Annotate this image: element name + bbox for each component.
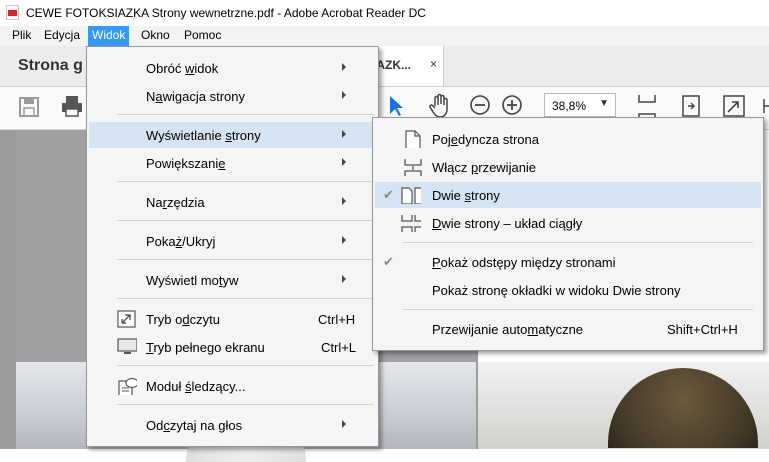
two-pages-continuous-icon: [401, 215, 421, 232]
reading-mode-icon: [117, 310, 136, 328]
menu-item-zoom[interactable]: Powiększanie: [89, 150, 376, 176]
submenu-item-show-gaps[interactable]: ✔ Pokaż odstępy między stronami: [375, 249, 761, 275]
tab-home[interactable]: Strona g: [18, 57, 83, 75]
menu-item-display-theme[interactable]: Wyświetl motyw: [89, 267, 376, 293]
menu-edycja[interactable]: Edycja: [40, 26, 84, 46]
fit-page-icon[interactable]: [722, 94, 746, 118]
zoom-value: 38,8%: [552, 99, 587, 113]
menu-bar: Plik Edycja Widok Okno Pomoc: [0, 26, 769, 46]
select-cursor-icon[interactable]: [388, 94, 404, 118]
submenu-item-two-pages-continuous[interactable]: Dwie strony – układ ciągły: [375, 210, 761, 236]
close-tab-icon[interactable]: ×: [430, 57, 437, 71]
submenu-arrow-icon: [342, 275, 346, 283]
menu-pomoc[interactable]: Pomoc: [180, 26, 225, 46]
menu-separator: [117, 298, 374, 299]
checkmark-icon: ✔: [383, 187, 394, 202]
chevron-down-icon: ▼: [599, 98, 609, 109]
menu-item-tracker[interactable]: Moduł śledzący...: [89, 373, 376, 399]
hand-tool-icon[interactable]: [428, 93, 452, 119]
more-tools-icon[interactable]: [760, 97, 769, 115]
menu-item-page-navigation[interactable]: Nawigacja strony: [89, 83, 376, 109]
save-icon[interactable]: [18, 96, 40, 118]
menu-separator: [403, 309, 753, 310]
submenu-arrow-icon: [342, 420, 346, 428]
submenu-item-auto-scroll[interactable]: Przewijanie automatyczne Shift+Ctrl+H: [375, 316, 761, 342]
two-pages-icon: [401, 187, 421, 204]
submenu-arrow-icon: [342, 197, 346, 205]
view-menu: Obróć widok Nawigacja strony Wyświetlani…: [86, 46, 379, 447]
submenu-item-single-page[interactable]: Pojedyncza strona: [375, 126, 761, 152]
submenu-arrow-icon: [342, 63, 346, 71]
submenu-arrow-icon: [342, 236, 346, 244]
menu-item-show-hide[interactable]: Pokaż/Ukryj: [89, 228, 376, 254]
menu-item-page-display[interactable]: Wyświetlanie strony: [89, 122, 376, 148]
menu-separator: [117, 259, 374, 260]
shortcut-label: Ctrl+L: [321, 340, 357, 355]
zoom-in-icon[interactable]: [501, 94, 523, 116]
rotate-view-icon[interactable]: [680, 94, 702, 118]
menu-separator: [117, 404, 374, 405]
tracker-icon: [118, 377, 137, 395]
pdf-app-icon: [6, 5, 19, 20]
menu-item-tools[interactable]: Narzędzia: [89, 189, 376, 215]
submenu-arrow-icon: [342, 130, 346, 138]
full-screen-icon: [117, 338, 137, 354]
menu-widok[interactable]: Widok: [88, 26, 130, 46]
menu-separator: [117, 220, 374, 221]
shortcut-label: Shift+Ctrl+H: [667, 322, 738, 337]
menu-separator: [117, 114, 374, 115]
submenu-item-enable-scrolling[interactable]: Włącz przewijanie: [375, 154, 761, 180]
menu-item-rotate-view[interactable]: Obróć widok: [89, 55, 376, 81]
print-icon[interactable]: [60, 94, 84, 118]
menu-separator: [117, 365, 374, 366]
menu-separator: [117, 181, 374, 182]
page-display-submenu: Pojedyncza strona Włącz przewijanie ✔ Dw…: [372, 117, 764, 351]
tab-document[interactable]: IAZK... ×: [368, 46, 444, 86]
enable-scrolling-icon: [404, 159, 422, 176]
shortcut-label: Ctrl+H: [318, 312, 356, 327]
menu-plik[interactable]: Plik: [8, 26, 35, 46]
checkmark-icon: ✔: [383, 254, 394, 269]
submenu-item-show-cover-page[interactable]: Pokaż stronę okładki w widoku Dwie stron…: [375, 277, 761, 303]
submenu-item-two-pages[interactable]: ✔ Dwie strony: [375, 182, 761, 208]
zoom-level-select[interactable]: 38,8% ▼: [544, 93, 616, 117]
menu-separator: [403, 242, 753, 243]
menu-item-read-aloud[interactable]: Odczytaj na głos: [89, 412, 376, 438]
submenu-arrow-icon: [342, 91, 346, 99]
title-bar: CEWE FOTOKSIAZKA Strony wewnetrzne.pdf -…: [0, 0, 769, 26]
menu-item-full-screen[interactable]: Tryb pełnego ekranu Ctrl+L: [89, 334, 376, 360]
page-photo-right: [478, 362, 769, 449]
submenu-arrow-icon: [342, 158, 346, 166]
menu-okno[interactable]: Okno: [137, 26, 174, 46]
window-title: CEWE FOTOKSIAZKA Strony wewnetrzne.pdf -…: [26, 6, 426, 20]
single-page-icon: [405, 130, 421, 148]
zoom-out-icon[interactable]: [469, 94, 491, 116]
menu-item-reading-mode[interactable]: Tryb odczytu Ctrl+H: [89, 306, 376, 332]
